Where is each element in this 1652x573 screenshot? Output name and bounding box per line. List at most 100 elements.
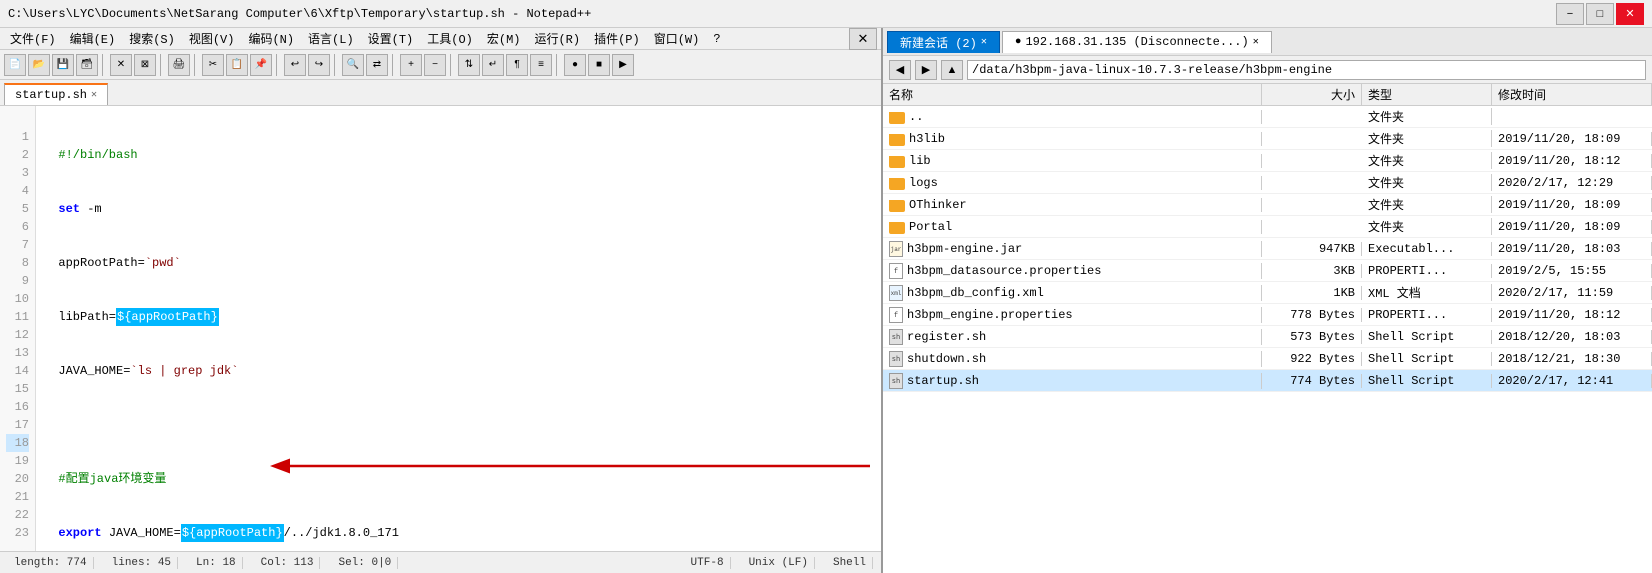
maximize-button[interactable]: □ bbox=[1586, 3, 1614, 25]
file-row[interactable]: OThinker 文件夹 2019/11/20, 18:09 bbox=[883, 194, 1652, 216]
save-all-button[interactable]: 🗃 bbox=[76, 54, 98, 76]
tab-close-icon[interactable]: ✕ bbox=[91, 89, 97, 101]
toolbar-sep-2 bbox=[160, 54, 164, 76]
zoom-out-button[interactable]: − bbox=[424, 54, 446, 76]
notepad-panel: 文件(F) 编辑(E) 搜索(S) 视图(V) 编码(N) 语言(L) 设置(T… bbox=[0, 28, 883, 573]
macro-button[interactable]: ● bbox=[564, 54, 586, 76]
file-name: shshutdown.sh bbox=[883, 351, 1262, 367]
file-row[interactable]: fh3bpm_datasource.properties 3KB PROPERT… bbox=[883, 260, 1652, 282]
file-type: PROPERTI... bbox=[1362, 264, 1492, 278]
file-sh-icon: sh bbox=[889, 351, 903, 367]
menu-tools[interactable]: 工具(O) bbox=[421, 28, 479, 49]
col-type[interactable]: 类型 bbox=[1362, 84, 1492, 105]
cut-button[interactable]: ✂ bbox=[202, 54, 224, 76]
wrap-button[interactable]: ↵ bbox=[482, 54, 504, 76]
file-date: 2019/11/20, 18:09 bbox=[1492, 198, 1652, 212]
menu-edit[interactable]: 编辑(E) bbox=[64, 28, 122, 49]
xftp-tab1-label: 新建会话 (2) bbox=[900, 34, 977, 51]
close-button-tb[interactable]: ✕ bbox=[110, 54, 132, 76]
col-size[interactable]: 大小 bbox=[1262, 84, 1362, 105]
file-row[interactable]: h3lib 文件夹 2019/11/20, 18:09 bbox=[883, 128, 1652, 150]
window-title: C:\Users\LYC\Documents\NetSarang Compute… bbox=[8, 7, 1556, 21]
file-name: xmlh3bpm_db_config.xml bbox=[883, 285, 1262, 301]
file-row[interactable]: Portal 文件夹 2019/11/20, 18:09 bbox=[883, 216, 1652, 238]
menu-macro[interactable]: 宏(M) bbox=[481, 28, 527, 49]
close-all-button[interactable]: ⊠ bbox=[134, 54, 156, 76]
file-row[interactable]: fh3bpm_engine.properties 778 Bytes PROPE… bbox=[883, 304, 1652, 326]
file-name: shstartup.sh bbox=[883, 373, 1262, 389]
undo-button[interactable]: ↩ bbox=[284, 54, 306, 76]
macro-play-button[interactable]: ▶ bbox=[612, 54, 634, 76]
file-name: Portal bbox=[883, 220, 1262, 234]
close-notepad-button[interactable]: ✕ bbox=[849, 28, 877, 50]
menu-bar: 文件(F) 编辑(E) 搜索(S) 视图(V) 编码(N) 语言(L) 设置(T… bbox=[0, 28, 881, 50]
file-size: 947KB bbox=[1262, 242, 1362, 256]
menu-language[interactable]: 语言(L) bbox=[302, 28, 360, 49]
copy-button[interactable]: 📋 bbox=[226, 54, 248, 76]
menu-run[interactable]: 运行(R) bbox=[528, 28, 586, 49]
paste-button[interactable]: 📌 bbox=[250, 54, 272, 76]
xftp-tab-remote[interactable]: ● 192.168.31.135 (Disconnecte...) ✕ bbox=[1002, 31, 1272, 53]
status-bar: length: 774 lines: 45 Ln: 18 Col: 113 Se… bbox=[0, 551, 881, 573]
file-tab[interactable]: startup.sh ✕ bbox=[4, 83, 108, 105]
line-numbers: 12345 678910 1112131415 1617 18 19202122… bbox=[0, 106, 36, 551]
file-row[interactable]: lib 文件夹 2019/11/20, 18:12 bbox=[883, 150, 1652, 172]
address-text: /data/h3bpm-java-linux-10.7.3-release/h3… bbox=[972, 63, 1332, 77]
print-button[interactable]: 🖨 bbox=[168, 54, 190, 76]
new-button[interactable]: 📄 bbox=[4, 54, 26, 76]
file-date: 2019/2/5, 15:55 bbox=[1492, 264, 1652, 278]
col-name[interactable]: 名称 bbox=[883, 84, 1262, 105]
findreplace-button[interactable]: ⇄ bbox=[366, 54, 388, 76]
file-row[interactable]: logs 文件夹 2020/2/17, 12:29 bbox=[883, 172, 1652, 194]
xftp-panel: 新建会话 (2) ✕ ● 192.168.31.135 (Disconnecte… bbox=[883, 28, 1652, 573]
menu-file[interactable]: 文件(F) bbox=[4, 28, 62, 49]
menu-settings[interactable]: 设置(T) bbox=[362, 28, 420, 49]
toolbar-sep-6 bbox=[392, 54, 396, 76]
menu-window[interactable]: 窗口(W) bbox=[648, 28, 706, 49]
file-name: logs bbox=[883, 176, 1262, 190]
menu-encode[interactable]: 编码(N) bbox=[242, 28, 300, 49]
redo-button[interactable]: ↪ bbox=[308, 54, 330, 76]
file-row[interactable]: shstartup.sh 774 Bytes Shell Script 2020… bbox=[883, 370, 1652, 392]
back-button[interactable]: ◀ bbox=[889, 60, 911, 80]
file-row[interactable]: shregister.sh 573 Bytes Shell Script 201… bbox=[883, 326, 1652, 348]
menu-help[interactable]: ? bbox=[707, 30, 726, 48]
code-line-5: JAVA_HOME=`ls | grep jdk` bbox=[44, 362, 873, 380]
zoom-in-button[interactable]: + bbox=[400, 54, 422, 76]
up-button[interactable]: ▲ bbox=[941, 60, 963, 80]
macro-stop-button[interactable]: ■ bbox=[588, 54, 610, 76]
code-editor[interactable]: #!/bin/bash set -m appRootPath=`pwd` lib… bbox=[36, 106, 881, 551]
open-button[interactable]: 📂 bbox=[28, 54, 50, 76]
file-row[interactable]: .. 文件夹 bbox=[883, 106, 1652, 128]
toolbar-sep-3 bbox=[194, 54, 198, 76]
file-row[interactable]: xmlh3bpm_db_config.xml 1KB XML 文档 2020/2… bbox=[883, 282, 1652, 304]
menu-plugins[interactable]: 插件(P) bbox=[588, 28, 646, 49]
find-button[interactable]: 🔍 bbox=[342, 54, 364, 76]
forward-button[interactable]: ▶ bbox=[915, 60, 937, 80]
special-button[interactable]: ¶ bbox=[506, 54, 528, 76]
file-type: XML 文档 bbox=[1362, 284, 1492, 301]
xftp-tab-bar: 新建会话 (2) ✕ ● 192.168.31.135 (Disconnecte… bbox=[883, 28, 1652, 56]
file-xml-icon: xml bbox=[889, 285, 903, 301]
save-button[interactable]: 💾 bbox=[52, 54, 74, 76]
indent-button[interactable]: ≡ bbox=[530, 54, 552, 76]
file-row[interactable]: jarh3bpm-engine.jar 947KB Executabl... 2… bbox=[883, 238, 1652, 260]
close-button[interactable]: ✕ bbox=[1616, 3, 1644, 25]
file-date: 2020/2/17, 12:29 bbox=[1492, 176, 1652, 190]
status-ln: Ln: 18 bbox=[190, 557, 243, 569]
xftp-tab1-close[interactable]: ✕ bbox=[981, 36, 987, 48]
xftp-tab-new-session[interactable]: 新建会话 (2) ✕ bbox=[887, 31, 1000, 53]
xftp-tab2-close[interactable]: ✕ bbox=[1253, 36, 1259, 48]
address-input[interactable]: /data/h3bpm-java-linux-10.7.3-release/h3… bbox=[967, 60, 1646, 80]
syncscroll-button[interactable]: ⇅ bbox=[458, 54, 480, 76]
col-date[interactable]: 修改时间 bbox=[1492, 84, 1652, 105]
file-row[interactable]: shshutdown.sh 922 Bytes Shell Script 201… bbox=[883, 348, 1652, 370]
file-date: 2019/11/20, 18:12 bbox=[1492, 308, 1652, 322]
file-date: 2020/2/17, 12:41 bbox=[1492, 374, 1652, 388]
menu-search[interactable]: 搜索(S) bbox=[123, 28, 181, 49]
menu-view[interactable]: 视图(V) bbox=[183, 28, 241, 49]
minimize-button[interactable]: − bbox=[1556, 3, 1584, 25]
status-filetype: Shell bbox=[827, 557, 873, 569]
file-size: 1KB bbox=[1262, 286, 1362, 300]
file-size: 922 Bytes bbox=[1262, 352, 1362, 366]
